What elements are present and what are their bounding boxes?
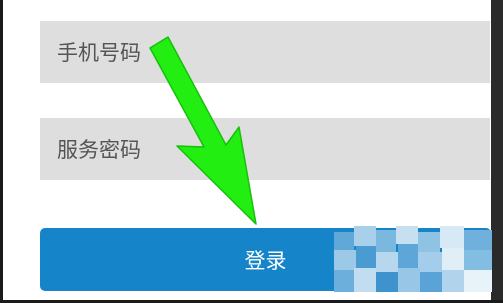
login-button[interactable]: 登录 bbox=[40, 228, 491, 291]
service-password-placeholder: 服务密码 bbox=[57, 138, 141, 162]
phone-number-placeholder: 手机号码 bbox=[57, 41, 141, 65]
frame-right-edge bbox=[491, 0, 503, 303]
frame-left-edge bbox=[0, 0, 3, 303]
phone-number-input[interactable]: 手机号码 bbox=[40, 21, 490, 83]
service-password-input[interactable]: 服务密码 bbox=[40, 118, 490, 180]
login-button-label: 登录 bbox=[244, 248, 287, 273]
